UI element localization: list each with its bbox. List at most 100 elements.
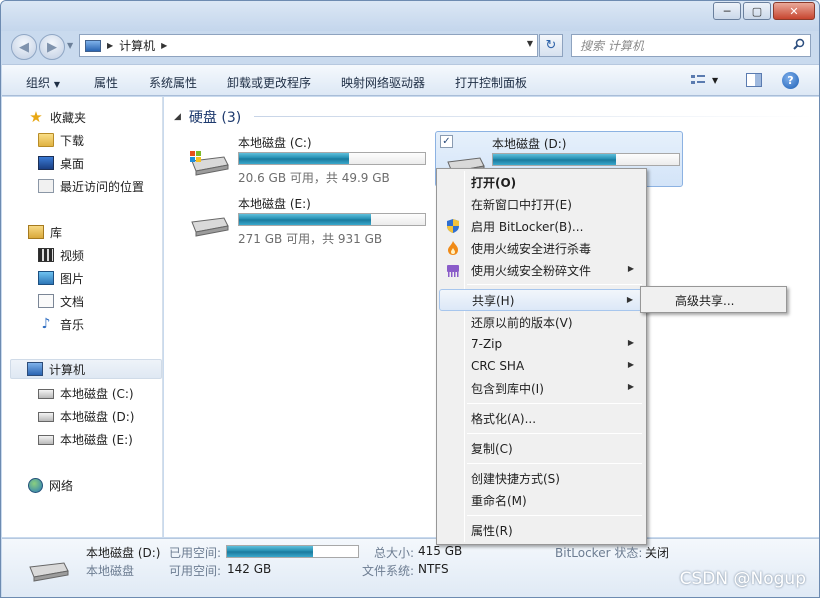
details-drive-type: 本地磁盘 [86,564,135,578]
menu-separator [467,284,642,285]
free-space-value: 142 GB [227,562,272,576]
forward-button[interactable]: ▶ [39,34,65,60]
sidebar-item-drive-d[interactable]: 本地磁盘 (D:) [38,406,134,426]
submenu-arrow-icon: ▶ [627,382,634,391]
refresh-button[interactable]: ↻ [539,34,563,57]
properties-button[interactable]: 属性 [94,74,118,91]
watermark: CSDN @Nogup [679,569,806,589]
collapse-arrow-icon[interactable]: ◢ [174,112,181,122]
menu-item-include-in-library[interactable]: 包含到库中(I) ▶ [439,377,644,399]
shield-icon [447,219,459,233]
search-placeholder: 搜索 计算机 [580,39,644,53]
help-icon[interactable]: ? [782,72,799,89]
map-network-drive-button[interactable]: 映射网络驱动器 [341,74,425,91]
menu-item-create-shortcut[interactable]: 创建快捷方式(S) [439,467,644,489]
address-bar[interactable]: ▶ 计算机 ▶ ▼ [79,34,538,57]
system-properties-button[interactable]: 系统属性 [149,74,197,91]
menu-item-share[interactable]: 共享(H) ▶ [439,289,644,311]
drive-usage-fill [493,154,616,165]
hard-drives-group-header[interactable]: ◢ 硬盘 (3) [174,107,241,127]
breadcrumb-computer[interactable]: 计算机 [119,37,155,54]
desktop-icon [38,156,54,170]
sidebar-item-favorites[interactable]: ★ 收藏夹 [28,107,86,127]
drive-usage-fill [239,214,372,225]
sidebar-item-music[interactable]: ♪ 音乐 [38,314,84,334]
windows-system-drive-icon [190,151,229,176]
maximize-button[interactable]: ▢ [743,2,771,20]
chevron-down-icon[interactable]: ▼ [712,76,718,85]
sidebar-item-downloads[interactable]: 下载 [38,130,84,150]
select-checkbox[interactable]: ✓ [440,135,453,148]
search-input[interactable]: 搜索 计算机 [571,34,811,57]
details-usage-bar [226,545,359,558]
total-size-value: 415 GB [418,544,463,558]
menu-item-rename[interactable]: 重命名(M) [439,489,644,511]
breadcrumb-arrow-icon[interactable]: ▶ [107,41,113,50]
menu-item-open-new-window[interactable]: 在新窗口中打开(E) [439,193,644,215]
chevron-down-icon: ▼ [53,80,60,89]
menu-item-copy[interactable]: 复制(C) [439,437,644,459]
video-icon [38,248,54,262]
menu-separator [467,463,642,464]
drive-icon [191,217,229,237]
address-dropdown-icon[interactable]: ▼ [527,39,533,48]
drive-free-space: 271 GB 可用，共 931 GB [238,232,383,246]
group-divider [254,116,814,117]
menu-separator [467,515,642,516]
sidebar-item-recent[interactable]: 最近访问的位置 [38,176,144,196]
back-button[interactable]: ◀ [11,34,37,60]
forward-arrow-icon: ▶ [47,39,57,55]
drive-usage-bar [238,152,426,165]
drive-usage-bar [238,213,426,226]
drive-free-space: 20.6 GB 可用，共 49.9 GB [238,171,390,185]
breadcrumb-arrow-icon[interactable]: ▶ [161,41,167,50]
drive-name: 本地磁盘 (C:) [238,136,312,150]
drive-tile-c[interactable]: 本地磁盘 (C:) 20.6 GB 可用，共 49.9 GB [178,131,428,187]
search-icon[interactable] [793,38,805,50]
organize-menu[interactable]: 组织 ▼ [26,74,60,91]
sidebar-item-videos[interactable]: 视频 [38,245,84,265]
uninstall-program-button[interactable]: 卸载或更改程序 [227,74,311,91]
minimize-button[interactable]: ─ [713,2,741,20]
menu-item-restore-versions[interactable]: 还原以前的版本(V) [439,311,644,333]
sidebar-item-drive-e[interactable]: 本地磁盘 (E:) [38,429,133,449]
sidebar-item-network[interactable]: 网络 [28,475,73,495]
document-icon [38,294,54,308]
download-folder-icon [38,133,54,147]
computer-icon [85,39,101,52]
sidebar-item-libraries[interactable]: 库 [28,222,62,242]
menu-item-open[interactable]: 打开(O) [439,171,644,193]
menu-item-format[interactable]: 格式化(A)... [439,407,644,429]
menu-item-bitlocker[interactable]: 启用 BitLocker(B)... [439,215,644,237]
free-space-label: 可用空间: [169,564,222,578]
change-view-button[interactable]: ▼ [690,73,718,87]
shredder-icon [447,265,459,277]
share-submenu: 高级共享... [640,286,787,313]
details-pane: 本地磁盘 (D:) 本地磁盘 已用空间: 可用空间: 142 GB 总大小: 4… [2,538,819,597]
sidebar-item-desktop[interactable]: 桌面 [38,153,84,173]
drive-icon [38,412,54,422]
preview-pane-icon[interactable] [746,73,762,87]
library-icon [28,225,44,239]
menu-item-7zip[interactable]: 7-Zip ▶ [439,333,644,355]
submenu-arrow-icon: ▶ [627,264,634,273]
sidebar-item-pictures[interactable]: 图片 [38,268,84,288]
recent-pages-dropdown-icon[interactable]: ▼ [67,41,73,50]
sidebar-item-computer[interactable]: 计算机 [10,359,162,379]
drive-icon [38,435,54,445]
sidebar-item-drive-c[interactable]: 本地磁盘 (C:) [38,383,134,403]
menu-item-crc-sha[interactable]: CRC SHA ▶ [439,355,644,377]
menu-item-huorong-scan[interactable]: 使用火绒安全进行杀毒 [439,237,644,259]
used-space-label: 已用空间: [169,546,222,560]
drive-tile-e[interactable]: 本地磁盘 (E:) 271 GB 可用，共 931 GB [178,192,428,248]
sidebar-item-documents[interactable]: 文档 [38,291,84,311]
navigation-pane: ★ 收藏夹 下载 桌面 最近访问的位置 库 视频 图片 文档 ♪ 音乐 计算机 本地… [2,97,163,537]
menu-item-huorong-shred[interactable]: 使用火绒安全粉碎文件 ▶ [439,259,644,281]
menu-item-properties[interactable]: 属性(R) [439,519,644,541]
total-size-label: 总大小: [374,546,415,560]
open-control-panel-button[interactable]: 打开控制面板 [455,74,527,91]
close-button[interactable]: ✕ [773,2,815,20]
menu-item-advanced-sharing[interactable]: 高级共享... [643,289,784,311]
recent-places-icon [38,179,54,193]
context-menu: 打开(O) 在新窗口中打开(E) 启用 BitLocker(B)... 使用火绒… [436,168,647,545]
